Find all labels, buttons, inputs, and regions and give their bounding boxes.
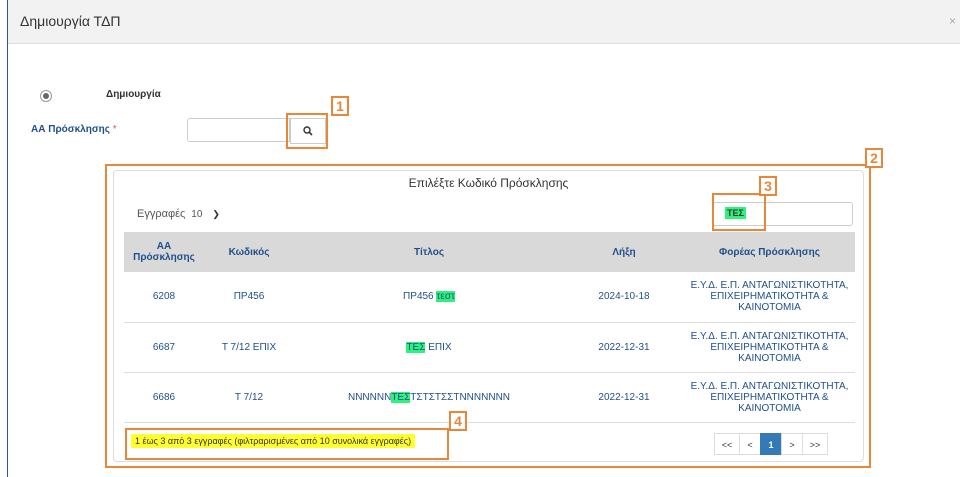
- title-text-after: ΕΠΙΧ: [425, 341, 452, 353]
- cell-body: Ε.Υ.Δ. Ε.Π. ΑΝΤΑΓΩΝΙΣΤΙΚΟΤΗΤΑ, ΕΠΙΧΕΙΡΗΜ…: [684, 272, 855, 323]
- entries-selector[interactable]: Εγγραφές 10 ❯: [137, 208, 220, 220]
- cell-aa: 6687: [124, 322, 204, 373]
- panel-title: Επιλέξτε Κωδικό Πρόσκλησης: [113, 176, 864, 190]
- cell-expiry: 2024-10-18: [564, 272, 684, 323]
- callout-number-4: 4: [449, 411, 467, 431]
- cell-body: Ε.Υ.Δ. Ε.Π. ΑΝΤΑΓΩΝΙΣΤΙΚΟΤΗΤΑ, ΕΠΙΧΕΙΡΗΜ…: [684, 372, 855, 423]
- callout-box-3: [712, 193, 766, 231]
- title-highlight: τεστ: [436, 291, 455, 303]
- callout-box-4: [125, 428, 449, 460]
- pager-last-button[interactable]: >>: [802, 433, 828, 455]
- create-radio[interactable]: [40, 90, 52, 102]
- pager-next-button[interactable]: >: [781, 433, 803, 455]
- cell-title: ΝΝΝΝΝΝΤΕΣΤΣΤΣΤΣΣΤΝΝΝΝΝΝΝ: [294, 372, 564, 423]
- close-icon[interactable]: ×: [949, 14, 956, 28]
- table-header-row: ΑΑ Πρόσκλησης Κωδικός Τίτλος Λήξη Φορέας…: [124, 232, 855, 272]
- dialog-header: Δημιουργία ΤΔΠ ×: [8, 0, 960, 44]
- cell-code: ΠΡ456: [204, 272, 294, 323]
- entries-value: 10: [191, 209, 203, 220]
- cell-aa: 6686: [124, 372, 204, 423]
- table-row[interactable]: 6686 Τ 7/12 ΝΝΝΝΝΝΤΕΣΤΣΤΣΤΣΣΤΝΝΝΝΝΝΝ 202…: [124, 372, 855, 423]
- callout-number-3: 3: [759, 176, 777, 196]
- title-text: ΝΝΝΝΝΝ: [347, 391, 392, 403]
- table-row[interactable]: 6208 ΠΡ456 ΠΡ456 τεστ 2024-10-18 Ε.Υ.Δ. …: [124, 272, 855, 323]
- window-edge: [7, 0, 8, 477]
- title-highlight: ΤΕΣ: [406, 341, 426, 353]
- column-header-body[interactable]: Φορέας Πρόσκλησης: [684, 232, 855, 272]
- cell-body: Ε.Υ.Δ. Ε.Π. ΑΝΤΑΓΩΝΙΣΤΙΚΟΤΗΤΑ, ΕΠΙΧΕΙΡΗΜ…: [684, 322, 855, 373]
- cell-expiry: 2022-12-31: [564, 322, 684, 373]
- cell-aa: 6208: [124, 272, 204, 323]
- cell-code: Τ 7/12 ΕΠΙΧ: [204, 322, 294, 373]
- column-header-expiry[interactable]: Λήξη: [564, 232, 684, 272]
- required-mark: *: [112, 124, 117, 135]
- create-radio-label: Δημιουργία: [106, 89, 161, 100]
- title-text: ΠΡ456: [403, 291, 437, 303]
- entries-label: Εγγραφές: [137, 208, 186, 220]
- column-header-code[interactable]: Κωδικός: [204, 232, 294, 272]
- callout-box-1: [286, 113, 328, 149]
- cell-code: Τ 7/12: [204, 372, 294, 423]
- title-highlight: ΤΕΣ: [391, 391, 411, 403]
- chevron-down-icon: ❯: [212, 209, 220, 219]
- column-header-title[interactable]: Τίτλος: [294, 232, 564, 272]
- cell-title: ΠΡ456 τεστ: [294, 272, 564, 323]
- cell-expiry: 2022-12-31: [564, 372, 684, 423]
- results-table: ΑΑ Πρόσκλησης Κωδικός Τίτλος Λήξη Φορέας…: [124, 232, 855, 423]
- aa-label: ΑΑ Πρόσκλησης *: [31, 124, 117, 135]
- pager-page-1[interactable]: 1: [760, 433, 782, 455]
- aa-input[interactable]: [187, 118, 290, 142]
- aa-label-text: ΑΑ Πρόσκλησης: [31, 124, 110, 135]
- pagination: << < 1 > >>: [714, 433, 828, 455]
- column-header-aa[interactable]: ΑΑ Πρόσκλησης: [124, 232, 204, 272]
- dialog-title: Δημιουργία ΤΔΠ: [20, 13, 121, 29]
- cell-title: ΤΕΣ ΕΠΙΧ: [294, 322, 564, 373]
- pager-prev-button[interactable]: <: [739, 433, 761, 455]
- panel-title-text: Επιλέξτε Κωδικό Πρόσκλησης: [408, 176, 569, 190]
- pager-first-button[interactable]: <<: [714, 433, 740, 455]
- table-row[interactable]: 6687 Τ 7/12 ΕΠΙΧ ΤΕΣ ΕΠΙΧ 2022-12-31 Ε.Υ…: [124, 322, 855, 373]
- title-text-after: ΤΣΤΣΤΣΣΤΝΝΝΝΝΝΝ: [410, 391, 511, 403]
- callout-number-1: 1: [331, 96, 349, 116]
- callout-number-2: 2: [865, 148, 883, 168]
